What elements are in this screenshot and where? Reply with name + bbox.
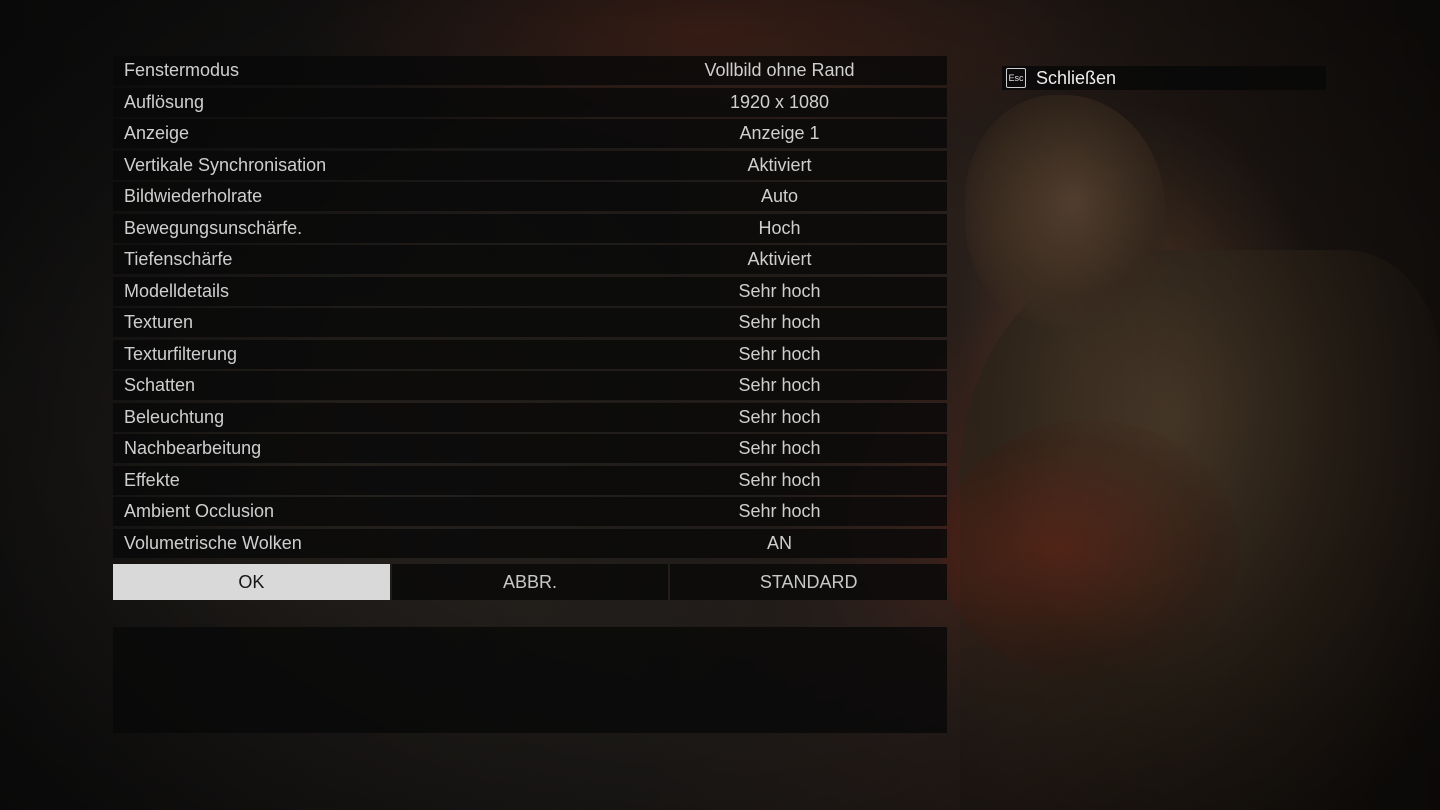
setting-value[interactable]: 1920 x 1080 (620, 92, 947, 113)
setting-value[interactable]: Sehr hoch (620, 375, 947, 396)
setting-value[interactable]: Sehr hoch (620, 501, 947, 522)
setting-label: Texturen (124, 312, 194, 332)
setting-label: Vertikale Synchronisation (124, 154, 327, 175)
setting-row-effects[interactable]: Effekte Sehr hoch (113, 465, 947, 495)
setting-label: Ambient Occlusion (124, 501, 275, 521)
setting-row-vsync[interactable]: Vertikale Synchronisation Aktiviert (113, 150, 947, 180)
description-panel (113, 627, 947, 733)
setting-value[interactable]: Auto (620, 186, 947, 207)
setting-label: Beleuchtung (124, 406, 225, 427)
setting-value[interactable]: Aktiviert (620, 249, 947, 270)
setting-label: Bewegungsunschärfe. (124, 217, 303, 238)
setting-label: Modelldetails (124, 280, 230, 301)
setting-row-lighting[interactable]: Beleuchtung Sehr hoch (113, 402, 947, 432)
setting-value[interactable]: AN (620, 533, 947, 554)
setting-row-shadows[interactable]: Schatten Sehr hoch (113, 371, 947, 400)
setting-value[interactable]: Sehr hoch (620, 470, 947, 491)
setting-row-motion-blur[interactable]: Bewegungsunschärfe. Hoch (113, 213, 947, 243)
esc-key-icon: Esc (1006, 68, 1026, 88)
default-button[interactable]: STANDARD (670, 564, 948, 600)
setting-row-display[interactable]: Anzeige Anzeige 1 (113, 119, 947, 148)
setting-value[interactable]: Sehr hoch (620, 312, 947, 333)
setting-value[interactable]: Sehr hoch (620, 344, 947, 365)
setting-row-volumetric-clouds[interactable]: Volumetrische Wolken AN (113, 528, 947, 558)
setting-row-depth-of-field[interactable]: Tiefenschärfe Aktiviert (113, 245, 947, 274)
setting-value[interactable]: Sehr hoch (620, 281, 947, 302)
setting-row-textures[interactable]: Texturen Sehr hoch (113, 308, 947, 337)
setting-value[interactable]: Aktiviert (620, 155, 947, 176)
setting-label: Tiefenschärfe (124, 249, 233, 269)
setting-row-ambient-occlusion[interactable]: Ambient Occlusion Sehr hoch (113, 497, 947, 526)
close-button[interactable]: Esc Schließen (1002, 66, 1326, 90)
dialog-button-bar: OK ABBR. STANDARD (113, 564, 948, 600)
cancel-button[interactable]: ABBR. (391, 564, 669, 600)
setting-label: Texturfilterung (124, 343, 238, 364)
setting-value[interactable]: Hoch (620, 218, 947, 239)
setting-row-refresh-rate[interactable]: Bildwiederholrate Auto (113, 182, 947, 211)
setting-row-texture-filtering[interactable]: Texturfilterung Sehr hoch (113, 339, 947, 369)
setting-value[interactable]: Sehr hoch (620, 438, 947, 459)
setting-label: Auflösung (124, 91, 205, 112)
setting-row-resolution[interactable]: Auflösung 1920 x 1080 (113, 87, 947, 117)
ok-button[interactable]: OK (113, 564, 390, 600)
setting-label: Nachbearbeitung (124, 438, 262, 458)
setting-label: Schatten (124, 375, 196, 395)
setting-row-post-processing[interactable]: Nachbearbeitung Sehr hoch (113, 434, 947, 463)
setting-row-model-detail[interactable]: Modelldetails Sehr hoch (113, 276, 947, 306)
setting-value[interactable]: Vollbild ohne Rand (620, 60, 947, 81)
setting-value[interactable]: Sehr hoch (620, 407, 947, 428)
setting-label: Volumetrische Wolken (124, 532, 302, 553)
setting-label: Bildwiederholrate (124, 186, 263, 206)
graphics-settings-list: Fenstermodus Vollbild ohne Rand Auflösun… (113, 56, 947, 560)
setting-row-window-mode[interactable]: Fenstermodus Vollbild ohne Rand (113, 56, 947, 85)
close-label: Schließen (1036, 67, 1117, 88)
setting-label: Effekte (124, 469, 180, 490)
setting-value[interactable]: Anzeige 1 (620, 123, 947, 144)
setting-label: Fenstermodus (124, 60, 240, 80)
setting-label: Anzeige (124, 123, 190, 143)
